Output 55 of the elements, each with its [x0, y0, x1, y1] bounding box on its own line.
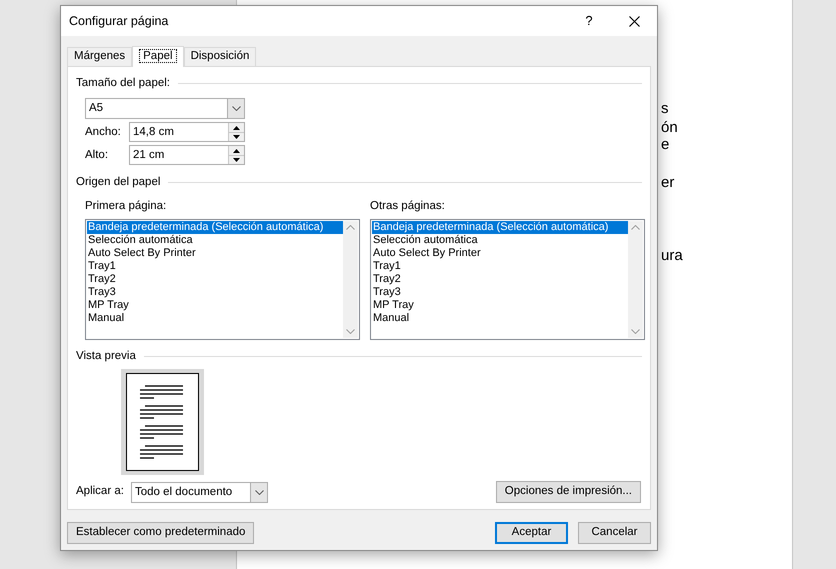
field-label: Ancho: — [85, 124, 122, 140]
list-item[interactable]: Tray2 — [372, 272, 628, 286]
scrollbar[interactable] — [343, 220, 358, 338]
help-button[interactable]: ? — [567, 6, 611, 36]
list-item[interactable]: MP Tray — [87, 298, 343, 312]
dialog-button[interactable]: Cancelar — [578, 522, 651, 544]
close-icon — [628, 16, 640, 26]
up-triangle-icon — [233, 148, 240, 152]
apply-to-label: Aplicar a: — [76, 484, 125, 500]
down-triangle-icon — [233, 135, 240, 139]
list-item[interactable]: Tray1 — [372, 260, 628, 273]
tray-list[interactable]: Bandeja predeterminada (Selección automática) Selección automática Auto Select By Printer Tray1 Tray2 Tray3 MP Tray Manual — [85, 218, 360, 340]
list-label: Otras páginas: — [370, 198, 446, 214]
up-triangle-icon — [233, 126, 240, 130]
list-item[interactable]: Manual — [87, 312, 343, 325]
down-triangle-icon — [233, 158, 240, 162]
group-heading: Origen del papel — [76, 175, 160, 190]
list-item[interactable]: MP Tray — [372, 298, 628, 312]
document-text: s — [661, 99, 668, 119]
dialog-button[interactable]: Establecer como predeterminado — [67, 522, 254, 544]
list-item[interactable]: Manual — [372, 312, 628, 325]
document-text: e — [661, 135, 670, 155]
tab[interactable]: Disposición — [184, 47, 256, 66]
list-item[interactable]: Tray1 — [87, 260, 343, 273]
list-item[interactable]: Auto Select By Printer — [372, 246, 628, 260]
dropdown-chevron-icon — [232, 106, 240, 112]
paper-size-dropdown[interactable]: A5 — [85, 98, 245, 120]
list-item[interactable]: Tray2 — [87, 272, 343, 286]
document-text: ura — [661, 246, 683, 266]
group-heading: Tamaño del papel: — [76, 76, 170, 91]
list-item[interactable]: Bandeja predeterminada (Selección automática) — [87, 220, 343, 234]
field-label: Alto: — [85, 148, 110, 163]
list-label: Primera página: — [85, 198, 168, 214]
dropdown-chevron-icon — [254, 490, 264, 494]
list-item[interactable]: Selección automática — [87, 234, 343, 247]
tab[interactable]: Papel — [132, 46, 184, 67]
document-text: er — [661, 173, 674, 193]
list-item[interactable]: Selección automática — [372, 234, 628, 247]
window-title: Configurar página — [69, 12, 170, 30]
spin-field[interactable]: 21 cm — [129, 145, 245, 166]
dialog-button[interactable]: Aceptar — [495, 522, 568, 544]
spin-field[interactable]: 14,8 cm — [129, 122, 245, 142]
tray-list[interactable]: Bandeja predeterminada (Selección automática) Selección automática Auto Select By Printer Tray1 Tray2 Tray3 MP Tray Manual — [370, 218, 645, 340]
group-heading: Vista previa — [76, 348, 136, 364]
apply-to-dropdown[interactable]: Todo el documento — [131, 482, 268, 502]
document-text: ón — [661, 118, 678, 138]
tab[interactable]: Márgenes — [67, 47, 132, 66]
list-item[interactable]: Tray3 — [372, 286, 628, 299]
spin-up-button[interactable] — [229, 123, 244, 133]
spin-up-button[interactable] — [229, 146, 244, 156]
list-item[interactable]: Auto Select By Printer — [87, 246, 343, 260]
scrollbar[interactable] — [628, 220, 643, 338]
list-item[interactable]: Tray3 — [87, 286, 343, 299]
list-item[interactable]: Bandeja predeterminada (Selección automática) — [372, 220, 628, 234]
print-options-button[interactable]: Opciones de impresión... — [496, 481, 641, 503]
